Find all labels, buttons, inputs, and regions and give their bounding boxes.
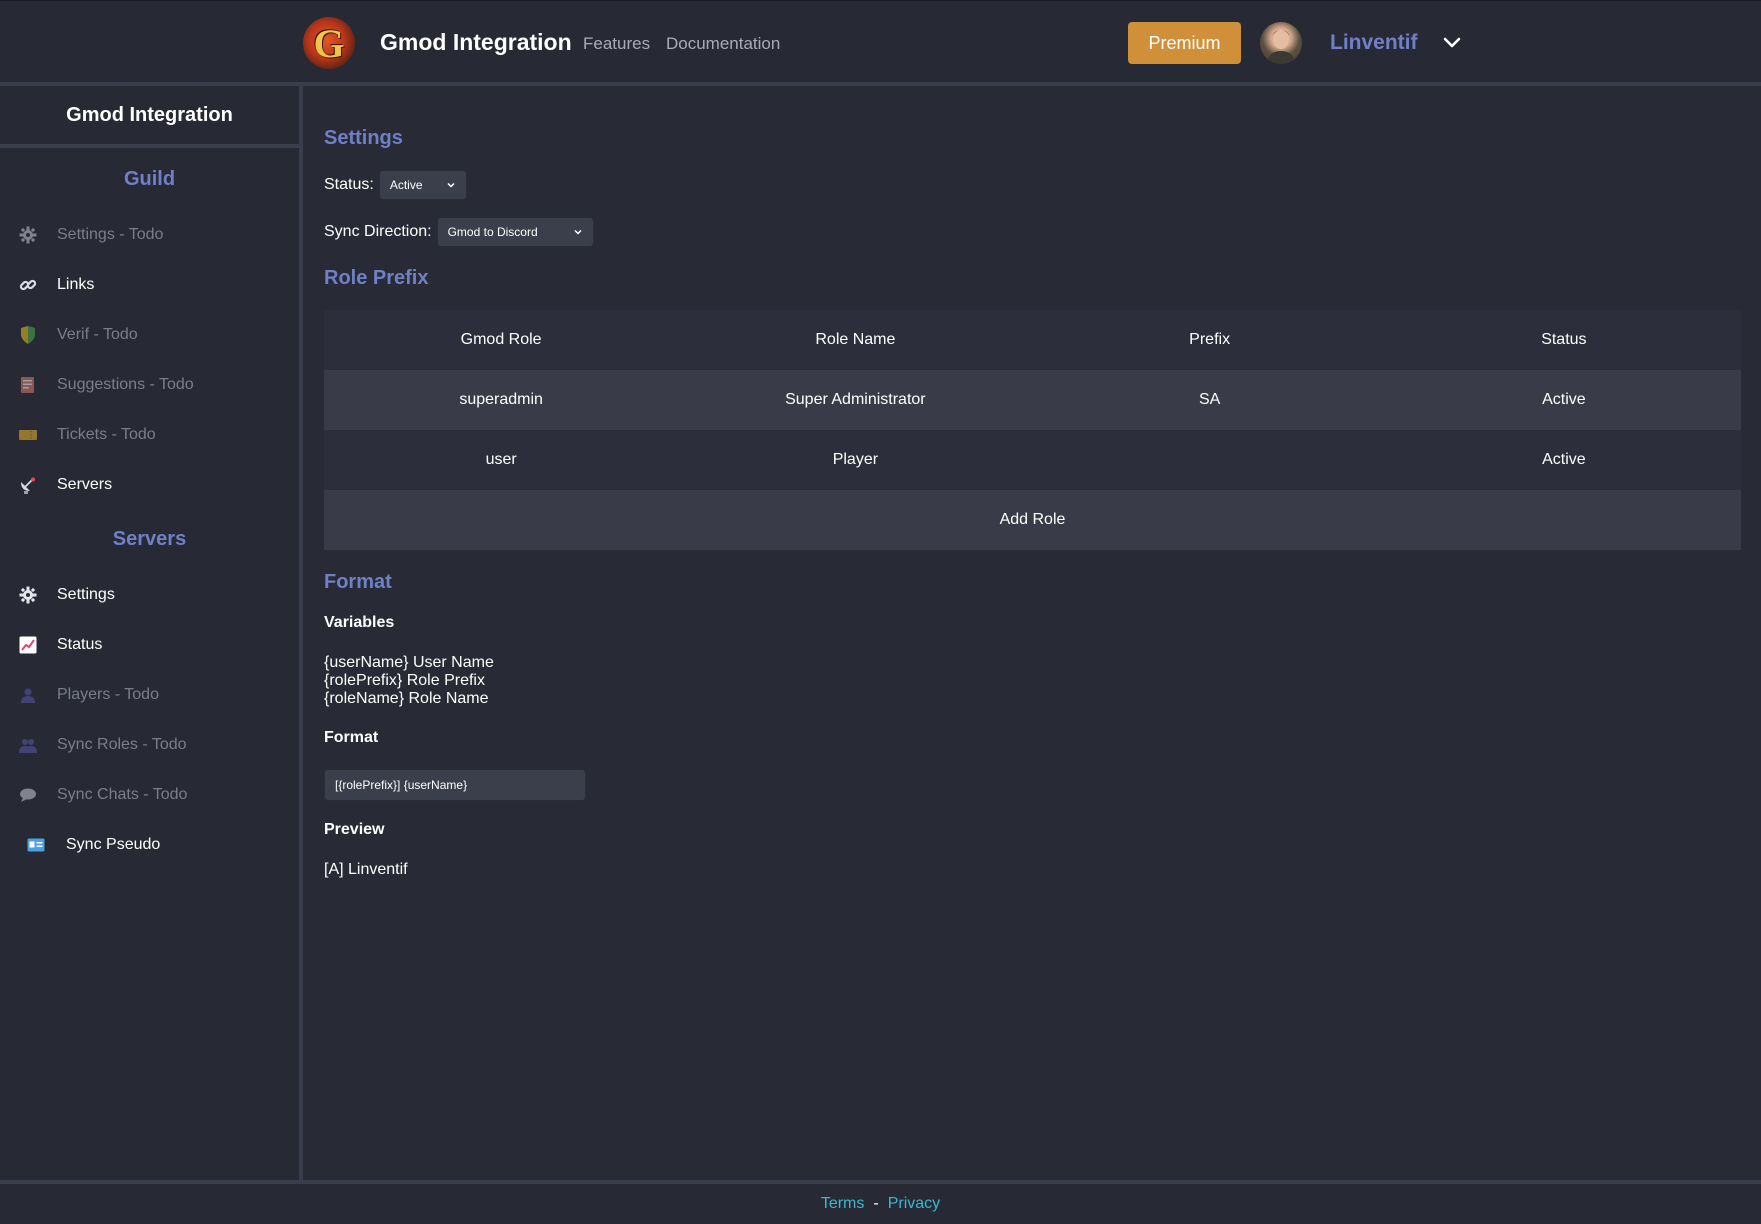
- variable-item: {rolePrefix} Role Prefix: [324, 672, 485, 689]
- sidebar-item-tickets[interactable]: Tickets - Todo: [0, 415, 299, 455]
- status-select-value: Active: [389, 178, 423, 192]
- sidebar-item-players[interactable]: Players - Todo: [0, 675, 299, 715]
- format-heading: Format: [324, 571, 392, 593]
- sidebar-item-label: Settings: [57, 586, 115, 603]
- cell-status: Active: [1542, 391, 1586, 408]
- app-root: G Gmod Integration Features Documentatio…: [0, 0, 1761, 1224]
- link-icon: [18, 275, 38, 295]
- sidebar-section-guild: Guild: [123, 168, 176, 190]
- role-prefix-heading: Role Prefix: [324, 267, 429, 289]
- premium-button[interactable]: Premium: [1128, 22, 1241, 64]
- satellite-icon: [18, 475, 38, 495]
- preview-heading: Preview: [324, 821, 385, 838]
- column-header-gmod-role: Gmod Role: [460, 331, 542, 348]
- variable-item: {roleName} Role Name: [324, 690, 489, 707]
- logo-letter: G: [313, 20, 345, 66]
- main-content: Settings Status: Active Sync Direction: …: [303, 86, 1761, 1182]
- sidebar-item-sync-chats[interactable]: Sync Chats - Todo: [0, 775, 299, 815]
- sync-direction-label: Sync Direction:: [324, 223, 432, 240]
- shield-icon: [18, 325, 38, 345]
- ticket-icon: [18, 425, 38, 445]
- cell-gmod-role: superadmin: [459, 391, 543, 408]
- sidebar-item-label: Status: [57, 636, 103, 653]
- user-icon: [18, 685, 38, 705]
- table-header-row: Gmod Role Role Name Prefix Status: [324, 310, 1741, 370]
- sidebar-item-sync-pseudo[interactable]: Sync Pseudo: [0, 825, 299, 865]
- sidebar-item-label: Verif - Todo: [57, 326, 138, 343]
- document-icon: [18, 375, 38, 395]
- sidebar-item-label: Tickets - Todo: [57, 426, 156, 443]
- sidebar-item-links[interactable]: Links: [0, 265, 299, 305]
- variable-item: {userName} User Name: [324, 654, 494, 671]
- sidebar-item-label: Suggestions - Todo: [57, 376, 194, 393]
- brand-title[interactable]: Gmod Integration: [380, 29, 572, 56]
- table-row[interactable]: user Player Active: [324, 430, 1741, 490]
- column-header-status: Status: [1541, 331, 1587, 348]
- column-header-prefix: Prefix: [1189, 331, 1231, 348]
- status-label: Status:: [324, 176, 374, 193]
- username-label[interactable]: Linventif: [1330, 31, 1418, 55]
- sidebar-item-label: Sync Chats - Todo: [57, 786, 188, 803]
- id-card-icon: [26, 835, 46, 855]
- cell-status: Active: [1542, 451, 1586, 468]
- cell-prefix: SA: [1198, 391, 1221, 408]
- sync-direction-select-value: Gmod to Discord: [447, 225, 538, 239]
- terms-link[interactable]: Terms: [821, 1195, 865, 1213]
- chevron-down-icon[interactable]: [1441, 31, 1463, 53]
- sidebar-item-guild-settings[interactable]: Settings - Todo: [0, 215, 299, 255]
- sidebar-item-sync-roles[interactable]: Sync Roles - Todo: [0, 725, 299, 765]
- top-navbar: G Gmod Integration Features Documentatio…: [0, 0, 1761, 86]
- preview-value: [A] Linventif: [324, 861, 408, 878]
- sync-direction-field-row: Sync Direction: Gmod to Discord: [324, 217, 594, 247]
- column-header-role-name: Role Name: [815, 331, 896, 348]
- sidebar-item-status[interactable]: Status: [0, 625, 299, 665]
- privacy-link[interactable]: Privacy: [888, 1195, 940, 1213]
- sidebar-item-label: Servers: [57, 476, 113, 493]
- sidebar-item-label: Sync Pseudo: [66, 836, 161, 853]
- add-role-button[interactable]: Add Role: [324, 490, 1741, 550]
- chevron-down-icon: [447, 182, 455, 188]
- sidebar-item-label: Players - Todo: [57, 686, 159, 703]
- gmod-logo-icon[interactable]: G: [303, 17, 355, 69]
- footer-separator: -: [873, 1195, 879, 1212]
- sidebar-section-servers: Servers: [112, 528, 187, 550]
- sidebar-item-label: Settings - Todo: [57, 226, 164, 243]
- footer: Terms - Privacy: [0, 1180, 1761, 1224]
- format-input[interactable]: [324, 769, 586, 801]
- nav-features-link[interactable]: Features: [583, 34, 650, 54]
- sidebar-title: Gmod Integration: [0, 86, 299, 148]
- gear-icon: [18, 585, 38, 605]
- users-icon: [18, 735, 38, 755]
- sidebar-item-label: Links: [57, 276, 95, 293]
- gear-icon: [18, 225, 38, 245]
- status-select[interactable]: Active: [378, 170, 467, 200]
- settings-heading: Settings: [324, 127, 403, 149]
- sidebar-item-verif[interactable]: Verif - Todo: [0, 315, 299, 355]
- chart-icon: [18, 635, 38, 655]
- avatar[interactable]: [1260, 22, 1302, 64]
- sidebar-item-guild-servers[interactable]: Servers: [0, 465, 299, 505]
- add-role-label: Add Role: [999, 511, 1066, 528]
- chevron-down-icon: [574, 229, 582, 235]
- sidebar: Gmod Integration Guild Settings - Todo L…: [0, 86, 303, 1182]
- format-subheading: Format: [324, 729, 379, 746]
- sidebar-item-suggestions[interactable]: Suggestions - Todo: [0, 365, 299, 405]
- nav-documentation-link[interactable]: Documentation: [666, 34, 780, 54]
- table-row[interactable]: superadmin Super Administrator SA Active: [324, 370, 1741, 430]
- cell-role-name: Player: [832, 451, 879, 468]
- sync-direction-select[interactable]: Gmod to Discord: [436, 217, 594, 247]
- chat-bubble-icon: [18, 785, 38, 805]
- status-field-row: Status: Active: [324, 170, 467, 200]
- cell-gmod-role: user: [485, 451, 517, 468]
- role-prefix-table: Gmod Role Role Name Prefix Status supera…: [324, 310, 1741, 550]
- sidebar-item-server-settings[interactable]: Settings: [0, 575, 299, 615]
- variables-heading: Variables: [324, 614, 395, 631]
- sidebar-item-label: Sync Roles - Todo: [57, 736, 187, 753]
- avatar-face-icon: [1267, 29, 1295, 64]
- cell-role-name: Super Administrator: [785, 391, 926, 408]
